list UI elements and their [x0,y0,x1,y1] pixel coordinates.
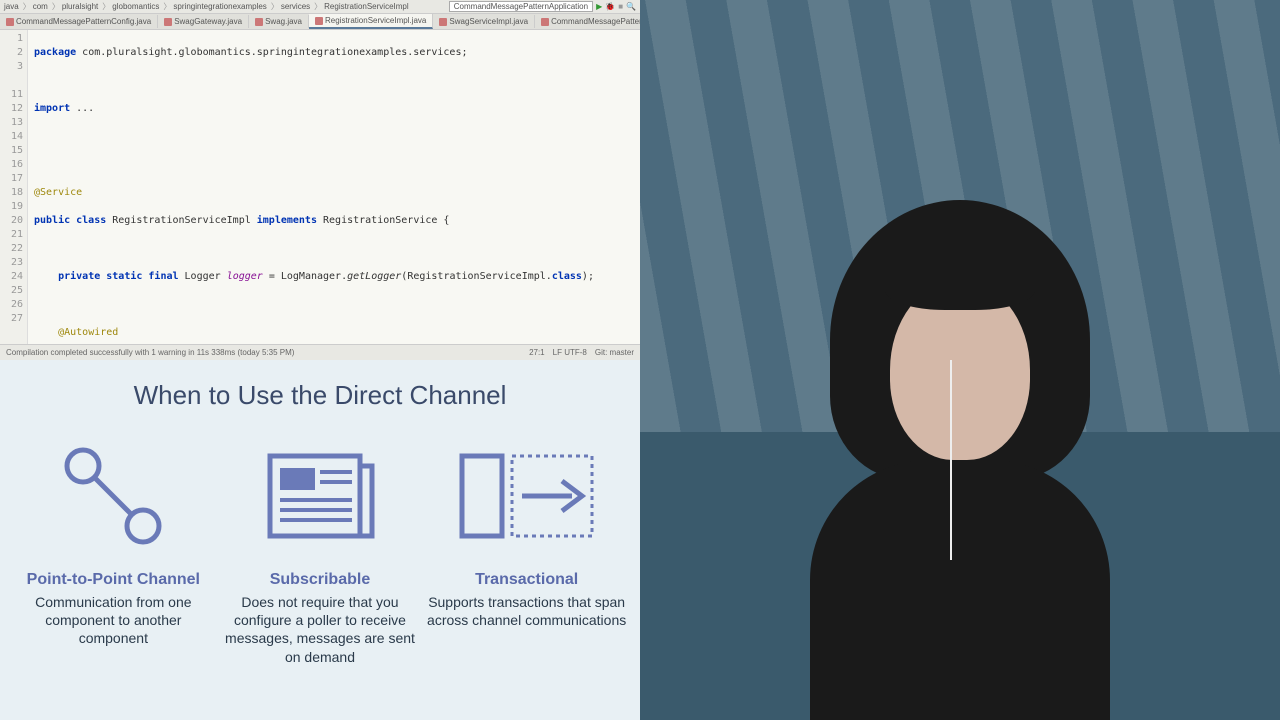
tab-file[interactable]: SwagGateway.java [158,15,249,28]
code-editor[interactable]: 1231112131415161718192021222324252627 pa… [0,30,640,344]
breadcrumb-item[interactable]: com [33,2,48,11]
breadcrumb-item[interactable]: java [4,2,19,11]
channel-title: Point-to-Point Channel [13,571,213,589]
line-gutter: 1231112131415161718192021222324252627 [0,30,28,344]
channel-subscribable: Subscribable Does not require that you c… [220,431,420,666]
java-icon [164,18,172,26]
status-bar: Compilation completed successfully with … [0,344,640,360]
ide-editor: java〉 com〉 pluralsight〉 globomantics〉 sp… [0,0,640,360]
channel-point-to-point: Point-to-Point Channel Communication fro… [13,431,213,666]
tab-file[interactable]: RegistrationServiceImpl.java [309,14,433,29]
debug-icon[interactable]: 🐞 [605,2,615,11]
person-photo [710,120,1210,720]
code-content[interactable]: package com.pluralsight.globomantics.spr… [28,30,640,344]
run-icon[interactable]: ▶ [596,2,602,11]
channel-title: Subscribable [220,571,420,589]
tab-file[interactable]: Swag.java [249,15,309,28]
breadcrumb-item[interactable]: services [281,2,310,11]
breadcrumb-item[interactable]: pluralsight [62,2,98,11]
editor-tabs: CommandMessagePatternConfig.java SwagGat… [0,14,640,30]
git-branch[interactable]: Git: master [595,348,634,357]
newspaper-icon [220,431,420,561]
encoding[interactable]: LF UTF-8 [553,348,587,357]
channel-desc: Does not require that you configure a po… [220,593,420,666]
java-icon [6,18,14,26]
breadcrumb-item[interactable]: RegistrationServiceImpl [324,2,408,11]
channel-desc: Supports transactions that span across c… [427,593,627,629]
java-icon [255,18,263,26]
java-icon [315,17,323,25]
search-icon[interactable]: 🔍 [626,2,636,11]
breadcrumb[interactable]: java〉 com〉 pluralsight〉 globomantics〉 sp… [0,0,640,14]
slide-content: When to Use the Direct Channel Point-to-… [0,360,640,720]
channel-desc: Communication from one component to anot… [13,593,213,648]
channel-title: Transactional [427,571,627,589]
run-config-dropdown[interactable]: CommandMessagePatternApplication [449,1,593,12]
slide-title: When to Use the Direct Channel [10,380,630,411]
photo-panel [640,0,1280,720]
stop-icon[interactable]: ■ [618,2,623,11]
java-icon [439,18,447,26]
tab-file[interactable]: SwagServiceImpl.java [433,15,535,28]
transaction-icon [427,431,627,561]
java-icon [541,18,549,26]
breadcrumb-item[interactable]: springintegrationexamples [173,2,266,11]
compile-status: Compilation completed successfully with … [6,348,294,357]
tab-file[interactable]: CommandMessagePatternConfig.java [0,15,158,28]
point-to-point-icon [13,431,213,561]
cursor-position[interactable]: 27:1 [529,348,545,357]
channel-transactional: Transactional Supports transactions that… [427,431,627,666]
breadcrumb-item[interactable]: globomantics [112,2,159,11]
